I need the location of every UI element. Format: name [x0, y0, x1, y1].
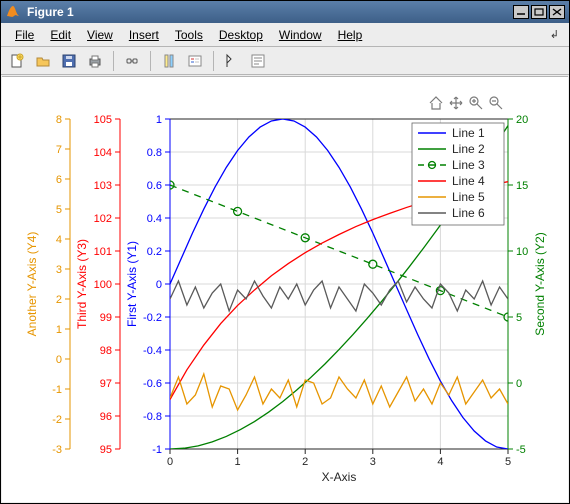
svg-text:1: 1 [56, 324, 62, 336]
svg-text:-5: -5 [516, 444, 526, 456]
menu-help[interactable]: Help [330, 26, 371, 44]
minimize-button[interactable] [513, 5, 529, 19]
svg-text:0.2: 0.2 [147, 246, 162, 258]
svg-text:96: 96 [100, 411, 112, 423]
svg-text:1: 1 [235, 456, 241, 468]
svg-text:-0.6: -0.6 [143, 378, 162, 390]
menu-overflow-icon[interactable]: ↲ [549, 28, 563, 41]
svg-text:-0.4: -0.4 [143, 345, 162, 357]
svg-text:10: 10 [516, 246, 528, 258]
insert-legend-button[interactable] [183, 50, 207, 72]
svg-text:97: 97 [100, 378, 112, 390]
svg-text:7: 7 [56, 144, 62, 156]
maximize-button[interactable] [531, 5, 547, 19]
svg-text:0.4: 0.4 [147, 213, 162, 225]
svg-text:102: 102 [94, 213, 112, 225]
menu-tools[interactable]: Tools [167, 26, 211, 44]
svg-text:Line 6: Line 6 [452, 206, 485, 220]
svg-text:1: 1 [156, 114, 162, 126]
svg-text:-0.8: -0.8 [143, 411, 162, 423]
svg-text:0.6: 0.6 [147, 180, 162, 192]
svg-text:100: 100 [94, 279, 112, 291]
home-icon[interactable] [430, 97, 442, 109]
svg-text:Third Y-Axis (Y3): Third Y-Axis (Y3) [75, 239, 89, 329]
svg-text:0: 0 [156, 279, 162, 291]
zoom-out-icon[interactable] [490, 97, 502, 109]
close-button[interactable] [549, 5, 565, 19]
svg-text:-0.2: -0.2 [143, 312, 162, 324]
svg-text:5: 5 [516, 312, 522, 324]
svg-text:4: 4 [56, 234, 62, 246]
svg-text:0: 0 [167, 456, 173, 468]
axes[interactable]: 0 1 2 3 4 5 X-Axis -1 -0.8 -0.6 -0.4 -0.2 0 0.2 0.4 0.6… [2, 77, 568, 504]
svg-text:-1: -1 [52, 384, 62, 396]
pan-icon[interactable] [450, 97, 462, 109]
svg-text:-3: -3 [52, 444, 62, 456]
legend[interactable]: Line 1 Line 2 Line 3 Line 4 Line 5 Line 6 [412, 123, 504, 225]
svg-text:2: 2 [56, 294, 62, 306]
menu-edit[interactable]: Edit [42, 26, 79, 44]
svg-text:103: 103 [94, 180, 112, 192]
toolbar [1, 47, 569, 75]
svg-text:X-Axis: X-Axis [322, 470, 357, 484]
svg-text:6: 6 [56, 174, 62, 186]
figure-canvas: 0 1 2 3 4 5 X-Axis -1 -0.8 -0.6 -0.4 -0.2 0 0.2 0.4 0.6… [2, 76, 568, 502]
print-button[interactable] [83, 50, 107, 72]
svg-text:5: 5 [505, 456, 511, 468]
link-button[interactable] [120, 50, 144, 72]
menu-window[interactable]: Window [271, 26, 330, 44]
menu-bar: File Edit View Insert Tools Desktop Wind… [1, 23, 569, 47]
svg-text:Line 1: Line 1 [452, 126, 485, 140]
svg-text:104: 104 [94, 147, 112, 159]
svg-text:Line 3: Line 3 [452, 158, 485, 172]
edit-plot-button[interactable] [220, 50, 244, 72]
svg-text:98: 98 [100, 345, 112, 357]
menu-insert[interactable]: Insert [121, 26, 167, 44]
menu-file[interactable]: File [7, 26, 42, 44]
svg-text:First Y-Axis (Y1): First Y-Axis (Y1) [125, 241, 139, 327]
svg-text:-1: -1 [152, 444, 162, 456]
open-button[interactable] [31, 50, 55, 72]
menu-desktop[interactable]: Desktop [211, 26, 271, 44]
svg-text:3: 3 [56, 264, 62, 276]
svg-text:101: 101 [94, 246, 112, 258]
svg-text:0.8: 0.8 [147, 147, 162, 159]
save-button[interactable] [57, 50, 81, 72]
svg-text:95: 95 [100, 444, 112, 456]
svg-text:15: 15 [516, 180, 528, 192]
window-title: Figure 1 [27, 5, 511, 19]
new-figure-button[interactable] [5, 50, 29, 72]
svg-text:Second Y-Axis (Y2): Second Y-Axis (Y2) [533, 232, 547, 335]
svg-text:4: 4 [437, 456, 443, 468]
svg-text:Line 2: Line 2 [452, 142, 485, 156]
svg-text:2: 2 [302, 456, 308, 468]
zoom-in-icon[interactable] [470, 97, 482, 109]
svg-text:3: 3 [370, 456, 376, 468]
svg-text:-2: -2 [52, 414, 62, 426]
svg-text:105: 105 [94, 114, 112, 126]
figure-window: Figure 1 File Edit View Insert Tools Des… [0, 0, 570, 504]
insert-colorbar-button[interactable] [157, 50, 181, 72]
svg-text:Line 4: Line 4 [452, 174, 485, 188]
svg-text:Line 5: Line 5 [452, 190, 485, 204]
svg-text:8: 8 [56, 114, 62, 126]
matlab-logo-icon [5, 4, 21, 20]
svg-text:99: 99 [100, 312, 112, 324]
title-bar[interactable]: Figure 1 [1, 1, 569, 23]
svg-text:Another Y-Axis (Y4): Another Y-Axis (Y4) [25, 232, 39, 337]
svg-text:20: 20 [516, 114, 528, 126]
menu-view[interactable]: View [79, 26, 121, 44]
insert-text-button[interactable] [246, 50, 270, 72]
svg-text:0: 0 [516, 378, 522, 390]
svg-text:5: 5 [56, 204, 62, 216]
svg-text:0: 0 [56, 354, 62, 366]
